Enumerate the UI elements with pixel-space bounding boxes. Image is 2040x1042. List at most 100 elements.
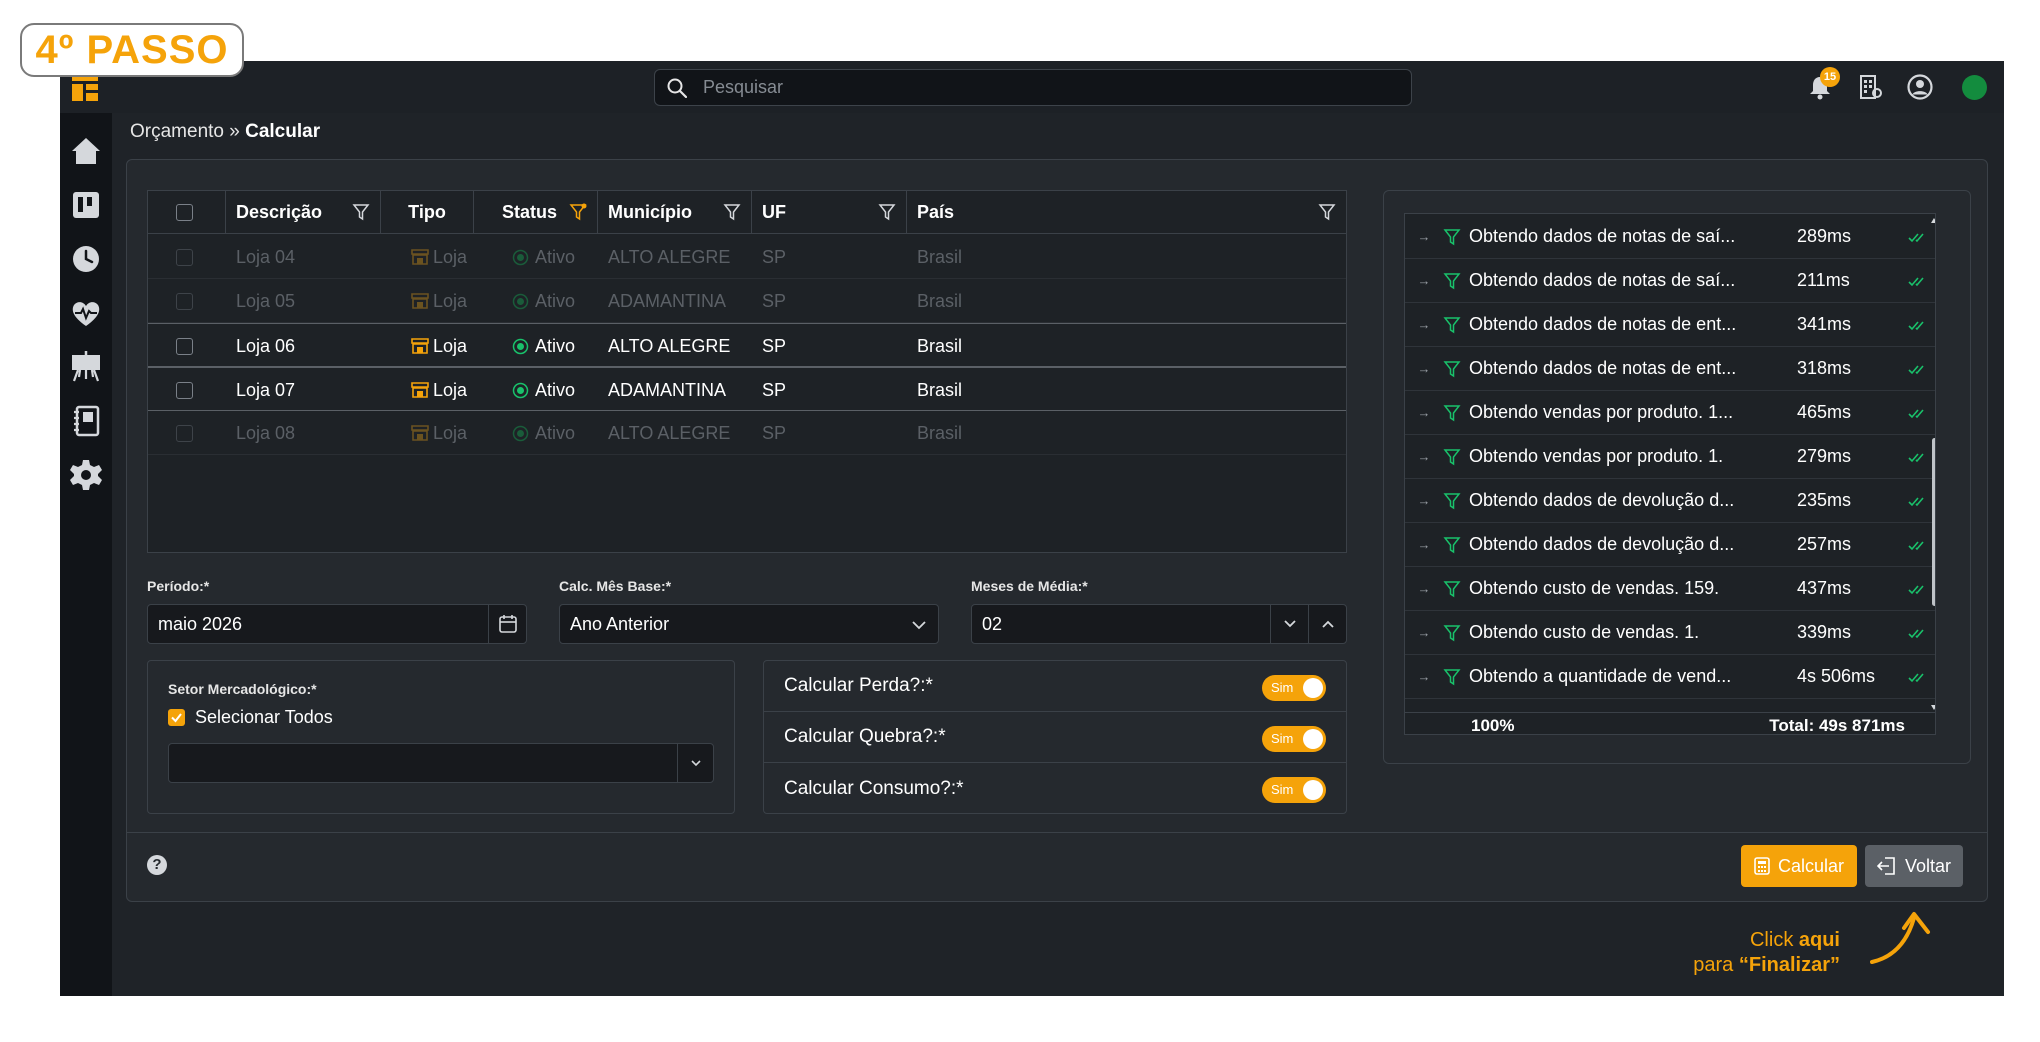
kanban-board-icon[interactable] <box>68 187 104 223</box>
setor-multiselect[interactable] <box>168 743 714 783</box>
expand-arrow-icon[interactable]: → <box>1405 405 1443 420</box>
row-checkbox[interactable] <box>176 292 193 310</box>
search-box[interactable] <box>654 69 1412 106</box>
app-logo-icon[interactable] <box>72 75 98 101</box>
breadcrumb-parent[interactable]: Orçamento <box>130 121 224 142</box>
filter-icon[interactable] <box>1318 203 1336 221</box>
meses-media-stepper[interactable]: 02 <box>971 604 1347 644</box>
expand-arrow-icon[interactable]: → <box>1405 449 1443 464</box>
user-account-icon[interactable] <box>1906 73 1934 101</box>
column-header-descricao[interactable]: Descrição <box>226 191 381 234</box>
main-content: Orçamento » Calcular Descrição Tipo Stat… <box>112 113 2004 996</box>
filter-icon[interactable] <box>878 203 896 221</box>
setor-dropdown-toggle[interactable] <box>677 744 713 782</box>
log-row[interactable]: → Obtendo custo de vendas. 1. 339ms <box>1405 611 1935 655</box>
column-header-status[interactable]: Status <box>474 191 598 234</box>
expand-arrow-icon[interactable]: → <box>1405 493 1443 508</box>
decrement-button[interactable] <box>1270 605 1308 643</box>
log-step-time: 341ms <box>1797 314 1852 334</box>
expand-arrow-icon[interactable]: → <box>1405 361 1443 376</box>
log-row[interactable]: → Obtendo dados de notas de ent... 341ms <box>1405 303 1935 347</box>
gear-icon[interactable] <box>68 457 104 493</box>
column-label-status: Status <box>502 202 558 222</box>
table-row[interactable]: Loja 07 Loja Ativo ADAMANTINA SP Brasil <box>148 367 1346 411</box>
log-step-time: 4s 506ms <box>1797 666 1876 686</box>
cell-status: Ativo <box>535 379 576 400</box>
calcular-button[interactable]: Calcular <box>1741 845 1857 887</box>
calcular-quebra-toggle[interactable]: Sim <box>1262 726 1326 752</box>
filter-icon[interactable] <box>723 203 741 221</box>
table-row[interactable]: Loja 05 Loja Ativo ADAMANTINA SP Brasil <box>148 279 1346 323</box>
column-header-pais[interactable]: País <box>907 191 1346 234</box>
calculation-options-panel: Calcular Perda?:* Sim Calcular Quebra?:*… <box>763 660 1347 814</box>
filter-step-icon <box>1443 448 1461 465</box>
cell-descricao: Loja 04 <box>236 246 296 267</box>
periodo-field[interactable]: maio 2026 <box>147 604 527 644</box>
column-label-municipio: Município <box>608 202 692 222</box>
select-all-checkbox[interactable] <box>176 204 193 221</box>
hint-text: para <box>1693 954 1739 976</box>
calendar-button[interactable] <box>488 605 526 643</box>
row-checkbox[interactable] <box>176 248 193 266</box>
log-row[interactable]: → Obtendo dados de notas de saí... 289ms <box>1405 215 1935 259</box>
row-checkbox[interactable] <box>176 337 193 355</box>
breadcrumb-current: Calcular <box>245 121 321 142</box>
filter-active-icon[interactable] <box>569 203 587 221</box>
app-window: 15 <box>60 61 2004 996</box>
sidebar <box>60 113 112 996</box>
log-row[interactable]: → Obtendo vendas por produto. 1. 279ms <box>1405 435 1935 479</box>
checkbox-checked-icon[interactable] <box>168 709 185 726</box>
row-checkbox[interactable] <box>176 424 193 442</box>
voltar-button[interactable]: Voltar <box>1865 845 1963 887</box>
double-check-icon <box>1908 540 1924 550</box>
table-row[interactable]: Loja 06 Loja Ativo ALTO ALEGRE SP Brasil <box>148 323 1346 367</box>
help-icon[interactable]: ? <box>147 855 167 875</box>
expand-arrow-icon[interactable]: → <box>1405 581 1443 596</box>
cell-descricao: Loja 08 <box>236 422 296 443</box>
meses-media-value: 02 <box>982 613 1003 634</box>
log-scrollbar[interactable] <box>1929 214 1936 714</box>
table-row[interactable]: Loja 04 Loja Ativo ALTO ALEGRE SP Brasil <box>148 235 1346 279</box>
building-icon[interactable] <box>1856 73 1884 101</box>
log-row[interactable]: → Obtendo dados de notas de ent... 318ms <box>1405 347 1935 391</box>
expand-arrow-icon[interactable]: → <box>1405 273 1443 288</box>
calcular-perda-toggle[interactable]: Sim <box>1262 675 1326 701</box>
double-check-icon <box>1908 320 1924 330</box>
row-checkbox[interactable] <box>176 381 193 399</box>
expand-arrow-icon[interactable]: → <box>1405 229 1443 244</box>
search-icon <box>667 78 687 98</box>
expand-arrow-icon[interactable]: → <box>1405 537 1443 552</box>
filter-icon[interactable] <box>352 203 370 221</box>
column-label-uf: UF <box>762 202 786 222</box>
log-row[interactable]: → Obtendo dados de notas de saí... 211ms <box>1405 259 1935 303</box>
filter-step-icon <box>1443 404 1461 421</box>
search-input[interactable] <box>703 70 1393 105</box>
column-header-municipio[interactable]: Município <box>598 191 752 234</box>
log-step-text: Obtendo a quantidade de vend... <box>1469 666 1732 686</box>
column-header-tipo[interactable]: Tipo <box>381 191 474 234</box>
increment-button[interactable] <box>1308 605 1346 643</box>
log-row[interactable]: → Obtendo a quantidade de vend... 4s 506ms <box>1405 655 1935 699</box>
calcular-consumo-toggle[interactable]: Sim <box>1262 777 1326 803</box>
log-row[interactable]: → Obtendo vendas por produto. 1... 465ms <box>1405 391 1935 435</box>
select-all-option[interactable]: Selecionar Todos <box>168 707 333 728</box>
expand-arrow-icon[interactable]: → <box>1405 669 1443 684</box>
table-row[interactable]: Loja 08 Loja Ativo ALTO ALEGRE SP Brasil <box>148 411 1346 455</box>
log-row[interactable]: → Obtendo dados de devolução d... 257ms <box>1405 523 1935 567</box>
home-icon[interactable] <box>68 133 104 169</box>
calc-mes-base-select[interactable]: Ano Anterior <box>559 604 939 644</box>
log-step-time: 289ms <box>1797 226 1852 246</box>
expand-arrow-icon[interactable]: → <box>1405 625 1443 640</box>
column-label-tipo: Tipo <box>408 202 446 222</box>
presentation-icon[interactable] <box>68 349 104 385</box>
column-header-uf[interactable]: UF <box>752 191 907 234</box>
filter-step-icon <box>1443 536 1461 553</box>
status-active-icon <box>512 382 529 398</box>
log-row[interactable]: → Obtendo custo de vendas. 159. 437ms <box>1405 567 1935 611</box>
cell-uf: SP <box>762 379 787 400</box>
heart-pulse-icon[interactable] <box>68 295 104 331</box>
notebook-icon[interactable] <box>68 403 104 439</box>
expand-arrow-icon[interactable]: → <box>1405 317 1443 332</box>
clock-icon[interactable] <box>68 241 104 277</box>
log-row[interactable]: → Obtendo dados de devolução d... 235ms <box>1405 479 1935 523</box>
